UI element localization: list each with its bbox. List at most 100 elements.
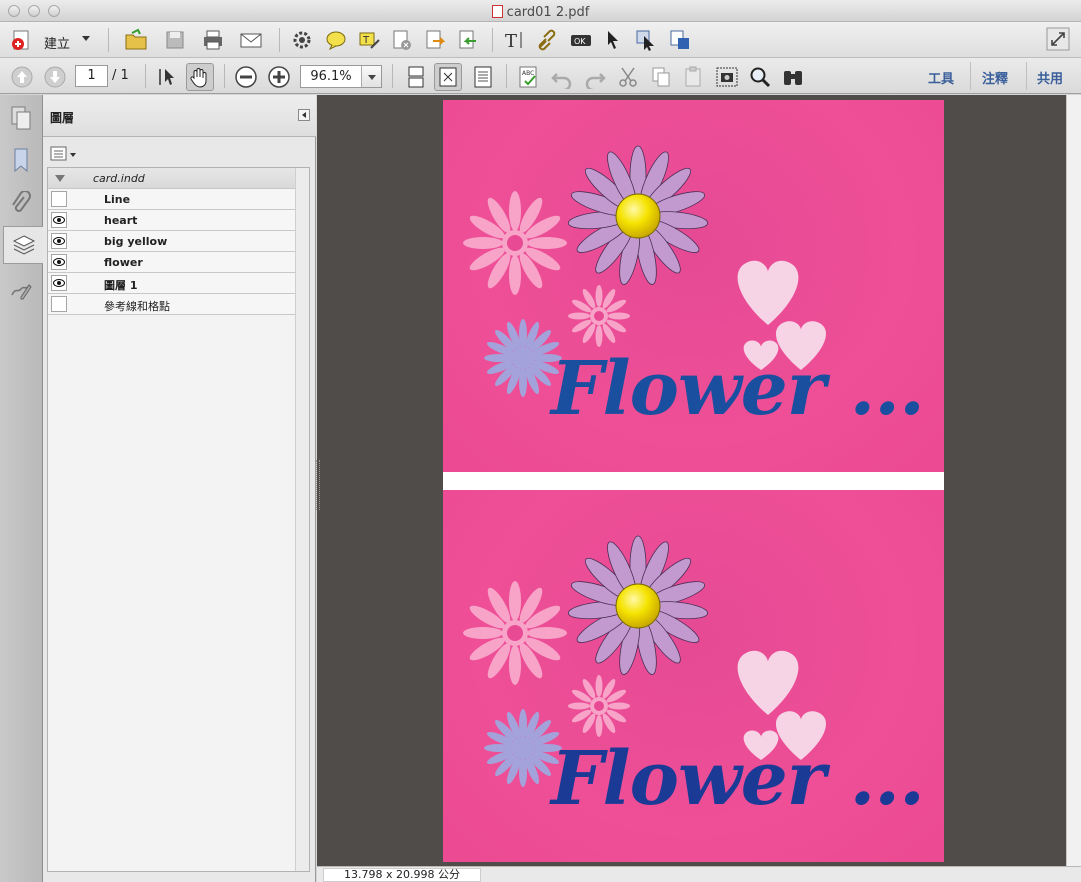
touchup-icon[interactable] xyxy=(668,28,692,52)
card-artwork: Flower ... xyxy=(443,100,944,472)
visibility-toggle[interactable] xyxy=(51,191,67,207)
layers-panel-header: 圖層 xyxy=(43,95,316,137)
collapse-panel-button[interactable] xyxy=(298,109,310,121)
collapse-triangle-icon[interactable] xyxy=(55,175,65,182)
paste-icon[interactable] xyxy=(681,65,705,89)
highlight-icon[interactable]: T xyxy=(357,28,381,52)
toolbar-divider xyxy=(108,28,109,52)
window-title-container: card01 2.pdf xyxy=(0,3,1081,20)
layer-row[interactable]: Line xyxy=(48,189,296,210)
lavender-flower-icon xyxy=(567,145,709,287)
layers-tree: card.indd Line heart big yellow flower 圖… xyxy=(47,167,310,872)
layer-row[interactable]: big yellow xyxy=(48,231,296,252)
cut-icon[interactable] xyxy=(616,65,640,89)
visibility-toggle[interactable] xyxy=(51,254,67,270)
svg-text:T: T xyxy=(505,31,517,52)
lavender-flower-icon xyxy=(567,535,709,677)
layer-document-row[interactable]: card.indd xyxy=(48,168,296,189)
open-folder-icon[interactable] xyxy=(124,28,148,52)
email-icon[interactable] xyxy=(239,28,263,52)
page-thumbnails-icon[interactable] xyxy=(4,99,38,137)
eye-icon xyxy=(53,279,65,287)
eye-icon xyxy=(53,258,65,266)
layers-icon[interactable] xyxy=(3,226,44,264)
toolbar-divider xyxy=(1026,62,1027,90)
panel-splitter-handle[interactable] xyxy=(316,460,320,510)
copy-icon[interactable] xyxy=(649,65,673,89)
tools-link[interactable]: 工具 xyxy=(928,68,954,87)
export-icon[interactable] xyxy=(423,28,447,52)
link-icon[interactable] xyxy=(535,28,559,52)
layer-label: 參考線和格點 xyxy=(104,300,170,313)
object-select-icon[interactable] xyxy=(634,28,658,52)
search-icon[interactable] xyxy=(748,65,772,89)
create-icon[interactable] xyxy=(10,28,34,52)
layer-label: big yellow xyxy=(104,235,168,248)
toolbar-divider xyxy=(392,64,393,88)
select-text-icon[interactable] xyxy=(156,65,180,89)
toolbar-divider xyxy=(279,28,280,52)
zoom-dropdown-arrow[interactable] xyxy=(361,66,381,87)
navigation-rail xyxy=(0,95,44,882)
svg-text:OK: OK xyxy=(574,37,586,46)
page-number-input[interactable]: 1 xyxy=(75,65,108,87)
layers-panel: 圖層 card.indd Line heart big yellow flowe… xyxy=(43,95,316,882)
vertical-scrollbar[interactable] xyxy=(1066,95,1081,866)
print-icon[interactable] xyxy=(201,28,225,52)
toolbar-divider xyxy=(224,64,225,88)
layer-row[interactable]: 參考線和格點 xyxy=(48,294,296,315)
hand-tool-icon[interactable] xyxy=(186,63,214,91)
snapshot-icon[interactable] xyxy=(715,65,739,89)
next-page-icon[interactable] xyxy=(43,65,67,89)
zoom-level-value: 96.1% xyxy=(310,69,352,84)
share-link[interactable]: 共用 xyxy=(1037,68,1063,87)
delete-page-icon[interactable] xyxy=(390,28,414,52)
fit-page-icon[interactable] xyxy=(434,63,462,91)
layer-row[interactable]: 圖層 1 xyxy=(48,273,296,294)
spell-check-icon[interactable]: ABC xyxy=(517,65,541,89)
create-button-label[interactable]: 建立 xyxy=(44,33,70,52)
layers-scrollbar[interactable] xyxy=(295,168,309,871)
visibility-toggle[interactable] xyxy=(51,296,67,312)
svg-text:ABC: ABC xyxy=(522,70,534,77)
signatures-icon[interactable] xyxy=(4,271,38,309)
layer-label: heart xyxy=(104,214,138,227)
toolbar-divider xyxy=(492,28,493,52)
card-title-text: Flower ... xyxy=(551,736,925,822)
gear-icon[interactable] xyxy=(290,28,314,52)
comment-link[interactable]: 注釋 xyxy=(982,68,1008,87)
card-artwork: Flower ... xyxy=(443,490,944,862)
layer-options-button[interactable] xyxy=(50,146,78,162)
ok-button-icon[interactable]: OK xyxy=(569,28,593,52)
visibility-toggle[interactable] xyxy=(51,212,67,228)
redo-icon[interactable] xyxy=(583,65,607,89)
import-icon[interactable] xyxy=(456,28,480,52)
visibility-toggle[interactable] xyxy=(51,275,67,291)
bookmarks-icon[interactable] xyxy=(4,141,38,179)
text-tool-icon[interactable]: T xyxy=(503,28,527,52)
small-pink-flower-icon xyxy=(568,285,630,347)
fullscreen-icon[interactable] xyxy=(1046,27,1070,51)
binoculars-icon[interactable] xyxy=(781,65,805,89)
save-icon[interactable] xyxy=(163,28,187,52)
zoom-in-icon[interactable] xyxy=(267,65,291,89)
layer-label: 圖層 1 xyxy=(104,279,138,292)
pink-flower-icon xyxy=(463,581,567,685)
zoom-out-icon[interactable] xyxy=(234,65,258,89)
visibility-toggle[interactable] xyxy=(51,233,67,249)
previous-page-icon[interactable] xyxy=(10,65,34,89)
document-label: card.indd xyxy=(93,172,145,185)
undo-icon[interactable] xyxy=(550,65,574,89)
create-dropdown-arrow[interactable] xyxy=(82,36,90,41)
attachments-icon[interactable] xyxy=(4,185,38,223)
zoom-level-select[interactable]: 96.1% xyxy=(300,65,382,88)
layer-row[interactable]: heart xyxy=(48,210,296,231)
panel-title: 圖層 xyxy=(50,111,75,125)
comment-icon[interactable] xyxy=(324,28,348,52)
toolbar-divider xyxy=(970,62,971,90)
single-page-icon[interactable] xyxy=(471,65,495,89)
layer-row[interactable]: flower xyxy=(48,252,296,273)
select-cursor-icon[interactable] xyxy=(601,28,625,52)
status-bar: 13.798 x 20.998 公分 xyxy=(317,866,1081,882)
scrolling-mode-icon[interactable] xyxy=(404,65,428,89)
